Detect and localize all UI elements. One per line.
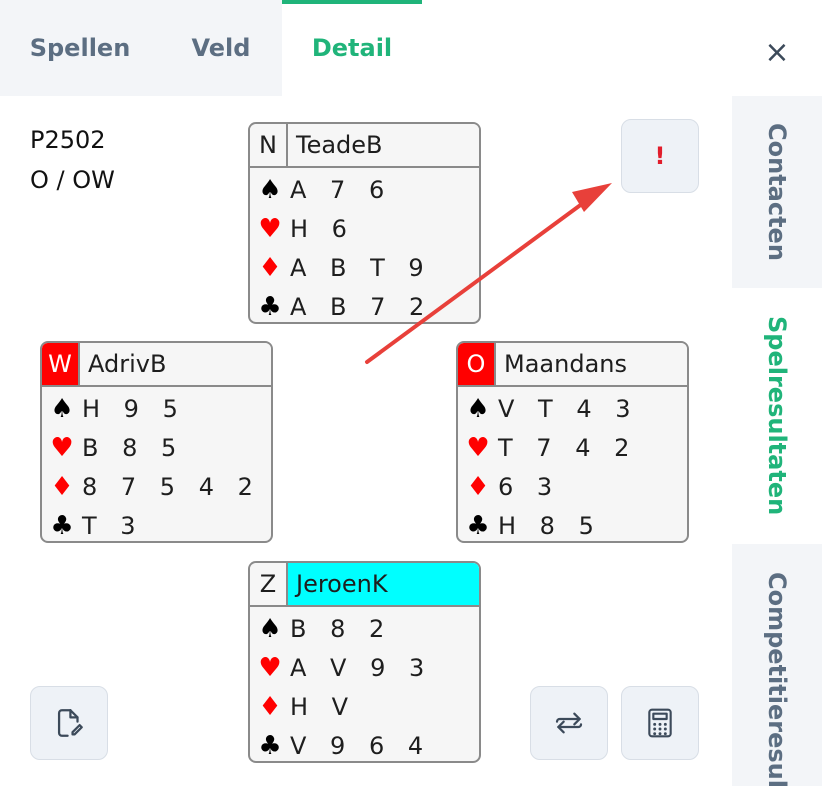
edit-document-icon xyxy=(57,709,83,737)
cards-hearts: H 6 xyxy=(290,214,355,243)
suit-row-clubs: ♣ A B 7 2 xyxy=(250,287,479,322)
diamond-icon: ♦ xyxy=(50,471,74,502)
suit-row-hearts: ♥ H 6 xyxy=(250,209,479,248)
diamond-icon: ♦ xyxy=(258,691,282,722)
hand-header: W AdrivB xyxy=(42,343,271,387)
dealer-vulnerability: O / OW xyxy=(30,166,115,194)
suit-row-clubs: ♣ V 9 6 4 xyxy=(250,726,479,761)
side-tab-spelresultaten[interactable]: Spelresultaten xyxy=(732,288,822,544)
cards-clubs: V 9 6 4 xyxy=(290,731,432,760)
player-name: Maandans xyxy=(504,350,627,378)
suit-row-spades: ♠ A 7 6 xyxy=(250,170,479,209)
diamond-icon: ♦ xyxy=(466,471,490,502)
club-icon: ♣ xyxy=(50,510,74,541)
suit-row-hearts: ♥ B 8 5 xyxy=(42,428,271,467)
hand-south: Z JeroenK ♠ B 8 2 ♥ A V 9 3 ♦ H V ♣ V 9 6 4 xyxy=(248,561,481,763)
spade-icon: ♠ xyxy=(258,174,282,205)
cards-hearts: A V 9 3 xyxy=(290,653,433,682)
suit-row-diamonds: ♦ A B T 9 xyxy=(250,248,479,287)
cards-spades: B 8 2 xyxy=(290,614,393,643)
arrow-head xyxy=(572,183,612,212)
swap-arrows-icon xyxy=(555,712,583,734)
board-number: P2502 xyxy=(30,126,106,154)
hand-header: N TeadeB xyxy=(250,124,479,168)
side-tab-label: Spelresultaten xyxy=(763,316,791,516)
tab-veld[interactable]: Veld xyxy=(160,0,282,96)
suit-row-spades: ♠ B 8 2 xyxy=(250,609,479,648)
seat-label: W xyxy=(42,343,80,385)
hand-west: W AdrivB ♠ H 9 5 ♥ B 8 5 ♦ 8 7 5 4 2 ♣ T 3 xyxy=(40,341,273,543)
cards-clubs: T 3 xyxy=(82,511,144,540)
seat-label: N xyxy=(250,124,288,166)
side-tab-competitieresultaten[interactable]: Competitieresult xyxy=(732,544,822,786)
heart-icon: ♥ xyxy=(258,652,282,683)
suit-row-diamonds: ♦ 6 3 xyxy=(458,467,687,506)
cards-clubs: A B 7 2 xyxy=(290,292,433,321)
player-name: TeadeB xyxy=(296,131,383,159)
heart-icon: ♥ xyxy=(466,432,490,463)
exclamation-icon: ! xyxy=(654,142,666,170)
side-tab-label: Contacten xyxy=(763,123,791,261)
board-info: P2502 O / OW xyxy=(30,120,115,200)
diamond-icon: ♦ xyxy=(258,252,282,283)
seat-label: Z xyxy=(250,563,288,605)
suit-row-spades: ♠ H 9 5 xyxy=(42,389,271,428)
heart-icon: ♥ xyxy=(50,432,74,463)
player-name: AdrivB xyxy=(88,350,167,378)
alert-button[interactable]: ! xyxy=(621,119,699,193)
cards-diamonds: 6 3 xyxy=(498,472,561,501)
tab-spellen[interactable]: Spellen xyxy=(10,0,150,96)
heart-icon: ♥ xyxy=(258,213,282,244)
spade-icon: ♠ xyxy=(258,613,282,644)
suit-row-spades: ♠ V T 4 3 xyxy=(458,389,687,428)
cards-clubs: H 8 5 xyxy=(498,511,602,540)
suit-row-hearts: ♥ T 7 4 2 xyxy=(458,428,687,467)
spade-icon: ♠ xyxy=(50,393,74,424)
spade-icon: ♠ xyxy=(466,393,490,424)
cards-hearts: B 8 5 xyxy=(82,433,185,462)
hand-north: N TeadeB ♠ A 7 6 ♥ H 6 ♦ A B T 9 ♣ A B 7 2 xyxy=(248,122,481,324)
side-tab-bar: Contacten Spelresultaten Competitieresul… xyxy=(732,96,822,786)
hand-east: O Maandans ♠ V T 4 3 ♥ T 7 4 2 ♦ 6 3 ♣ H 8 5 xyxy=(456,341,689,543)
edit-button[interactable] xyxy=(30,686,108,760)
hand-header: O Maandans xyxy=(458,343,687,387)
side-tab-label: Competitieresult xyxy=(763,572,791,786)
close-button[interactable]: × xyxy=(756,35,798,70)
cards-diamonds: 8 7 5 4 2 xyxy=(82,472,261,501)
hand-header: Z JeroenK xyxy=(250,563,479,607)
side-tab-contacten[interactable]: Contacten xyxy=(732,96,822,288)
suit-row-hearts: ♥ A V 9 3 xyxy=(250,648,479,687)
suit-row-clubs: ♣ H 8 5 xyxy=(458,506,687,541)
cards-spades: V T 4 3 xyxy=(498,394,639,423)
cards-diamonds: A B T 9 xyxy=(290,253,432,282)
cards-spades: A 7 6 xyxy=(290,175,393,204)
suit-row-diamonds: ♦ 8 7 5 4 2 xyxy=(42,467,271,506)
club-icon: ♣ xyxy=(258,291,282,322)
calculator-button[interactable] xyxy=(621,686,699,760)
suit-row-clubs: ♣ T 3 xyxy=(42,506,271,541)
calculator-icon xyxy=(648,708,672,738)
swap-button[interactable] xyxy=(530,686,608,760)
cards-diamonds: H V xyxy=(290,692,357,721)
player-name-highlighted: JeroenK xyxy=(288,563,479,605)
seat-label: O xyxy=(458,343,496,385)
club-icon: ♣ xyxy=(466,510,490,541)
club-icon: ♣ xyxy=(258,730,282,761)
tab-detail[interactable]: Detail xyxy=(282,0,422,96)
cards-hearts: T 7 4 2 xyxy=(498,433,638,462)
suit-row-diamonds: ♦ H V xyxy=(250,687,479,726)
top-tab-bar: Spellen Veld Detail xyxy=(0,0,730,96)
cards-spades: H 9 5 xyxy=(82,394,186,423)
